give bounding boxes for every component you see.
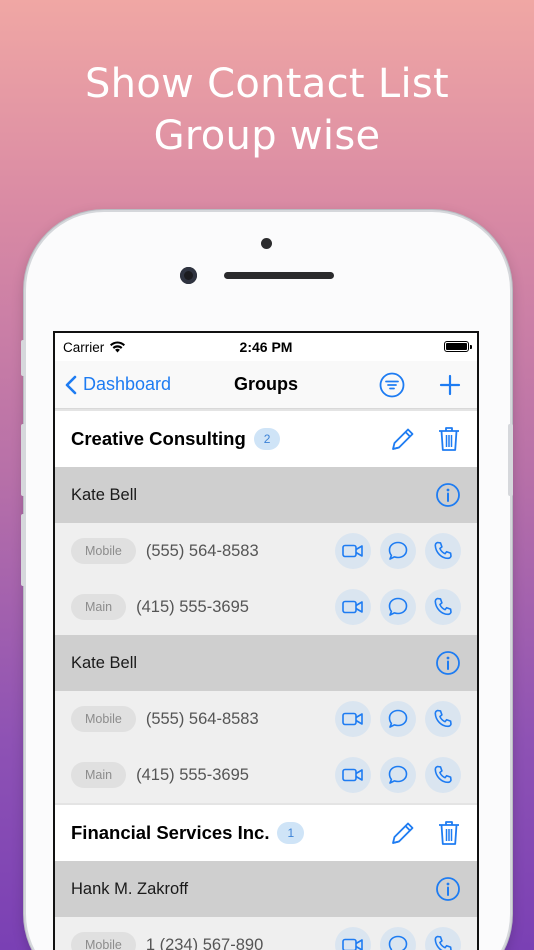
headline-line-1: Show Contact List [84, 61, 449, 107]
nav-actions [379, 372, 461, 398]
group-count-badge: 1 [277, 822, 305, 844]
contact-name: Hank M. Zakroff [71, 879, 189, 898]
contact-header[interactable]: Hank M. Zakroff [55, 861, 477, 917]
group-name: Financial Services Inc. [71, 822, 270, 843]
phone-icon[interactable] [425, 701, 461, 737]
phone-number: (415) 555-3695 [136, 597, 249, 616]
group-count-badge: 2 [253, 428, 281, 450]
pencil-icon[interactable] [389, 819, 417, 847]
power-button [508, 424, 513, 496]
trash-icon[interactable] [437, 425, 461, 453]
status-time: 2:46 PM [239, 339, 293, 355]
contact-actions [335, 701, 461, 737]
phone-row: Mobile (555) 564-8583 [55, 691, 477, 747]
phone-type-badge: Main [71, 762, 127, 788]
video-icon[interactable] [335, 927, 371, 950]
contact-actions [335, 533, 461, 569]
phone-number: (415) 555-3695 [136, 765, 249, 784]
phone-row: Mobile 1 (234) 567-890 [55, 917, 477, 950]
info-icon[interactable] [435, 482, 461, 508]
group-name: Creative Consulting [71, 428, 246, 449]
back-button[interactable]: Dashboard [65, 374, 171, 395]
phone-row: Main (415) 555-3695 [55, 747, 477, 803]
video-icon[interactable] [335, 757, 371, 793]
group-actions [389, 819, 461, 847]
info-icon[interactable] [435, 876, 461, 902]
phone-icon[interactable] [425, 533, 461, 569]
front-camera [180, 267, 197, 284]
phone-type-badge: Mobile [71, 932, 136, 950]
message-icon[interactable] [380, 927, 416, 950]
message-icon[interactable] [380, 589, 416, 625]
battery-icon [444, 341, 472, 352]
video-icon[interactable] [335, 533, 371, 569]
app-screen: Carrier 2:46 PM Dashboard Groups Creativ… [53, 331, 479, 950]
filter-icon[interactable] [379, 372, 405, 398]
contact-name: Kate Bell [71, 653, 138, 672]
earpiece-speaker [224, 272, 334, 279]
volume-down-button [21, 514, 26, 586]
chevron-left-icon [65, 375, 77, 395]
phone-icon[interactable] [425, 927, 461, 950]
phone-type-badge: Main [71, 594, 127, 620]
phone-type-badge: Mobile [71, 706, 136, 732]
status-bar: Carrier 2:46 PM [55, 333, 477, 361]
phone-icon[interactable] [425, 757, 461, 793]
video-icon[interactable] [335, 701, 371, 737]
message-icon[interactable] [380, 757, 416, 793]
phone-row: Mobile (555) 564-8583 [55, 523, 477, 579]
phone-number: 1 (234) 567-890 [145, 935, 264, 950]
phone-icon[interactable] [425, 589, 461, 625]
group-actions [389, 425, 461, 453]
phone-type-badge: Mobile [71, 538, 136, 564]
contact-actions [335, 589, 461, 625]
phone-number: (555) 564-8583 [145, 541, 259, 560]
contact-header[interactable]: Kate Bell [55, 467, 477, 523]
volume-up-button [21, 424, 26, 496]
group-header[interactable]: Financial Services Inc. 1 [55, 803, 477, 861]
message-icon[interactable] [380, 701, 416, 737]
navigation-bar: Dashboard Groups [55, 361, 477, 409]
contact-name: Kate Bell [71, 485, 138, 504]
info-icon[interactable] [435, 650, 461, 676]
plus-icon[interactable] [439, 374, 461, 396]
group-header[interactable]: Creative Consulting 2 [55, 409, 477, 467]
phone-number: (555) 564-8583 [145, 709, 259, 728]
headline-line-2: Group wise [153, 113, 381, 159]
video-icon[interactable] [335, 589, 371, 625]
phone-row: Main (415) 555-3695 [55, 579, 477, 635]
mute-switch [21, 340, 26, 376]
trash-icon[interactable] [437, 819, 461, 847]
promo-headline: Show Contact List Group wise [0, 58, 534, 162]
pencil-icon[interactable] [389, 425, 417, 453]
contact-actions [335, 757, 461, 793]
message-icon[interactable] [380, 533, 416, 569]
contact-actions [335, 927, 461, 950]
contact-header[interactable]: Kate Bell [55, 635, 477, 691]
back-label: Dashboard [83, 374, 172, 394]
proximity-sensor [261, 238, 272, 249]
